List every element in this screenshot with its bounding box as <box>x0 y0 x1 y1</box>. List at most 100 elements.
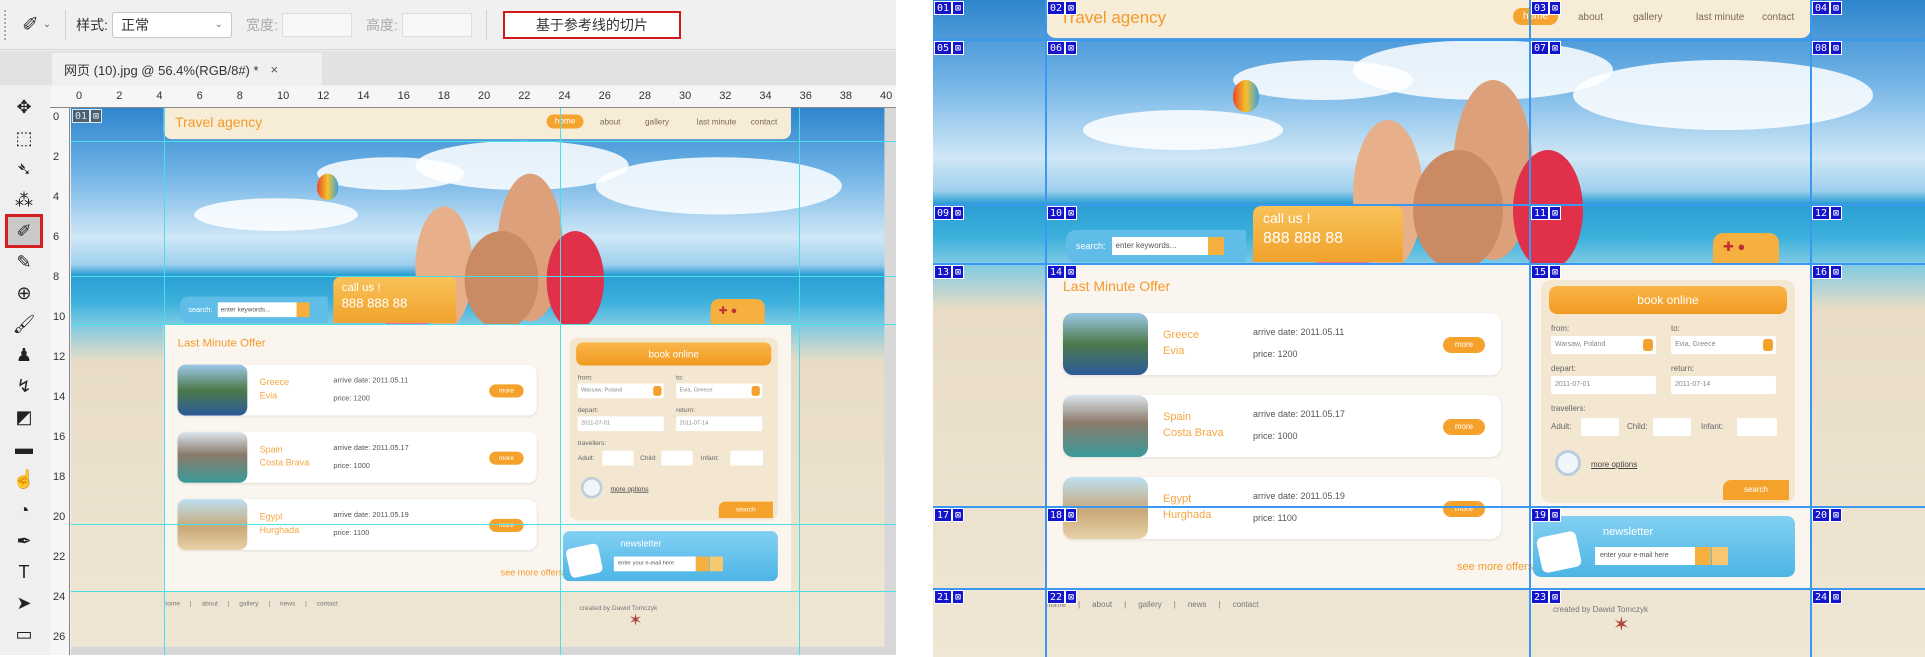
slice-label[interactable]: 04 ⊠ <box>1812 1 1843 15</box>
document-tab[interactable]: 网页 (10).jpg @ 56.4%(RGB/8#) * × <box>52 53 322 85</box>
book-search-button[interactable]: search <box>718 501 773 518</box>
slice-label[interactable]: 23 ⊠ <box>1531 590 1562 604</box>
footer-link-about[interactable]: about <box>201 600 217 607</box>
slice-label[interactable]: 14 ⊠ <box>1047 265 1078 279</box>
slices-from-guides-button[interactable]: 基于参考线的切片 <box>502 10 681 39</box>
slice-label[interactable]: 22 ⊠ <box>1047 590 1078 604</box>
footer-link-contact[interactable]: contact <box>1233 600 1259 609</box>
guide-line[interactable] <box>71 141 896 142</box>
offer-image[interactable] <box>1063 395 1148 457</box>
gradient-tool-icon[interactable]: ▬ <box>8 434 40 462</box>
document-canvas[interactable]: Travel agency home about gallery last mi… <box>71 108 896 655</box>
slice-tool-icon[interactable]: ✐ <box>22 12 39 37</box>
adult-input[interactable] <box>602 450 634 466</box>
slice-label[interactable]: 24 ⊠ <box>1812 590 1843 604</box>
offer-more-button[interactable]: more <box>489 518 524 532</box>
nav-last-minute[interactable]: last minute <box>697 118 737 127</box>
slice-label[interactable]: 13 ⊠ <box>934 265 965 279</box>
nav-contact[interactable]: contact <box>751 118 777 127</box>
guide-line[interactable] <box>71 524 896 525</box>
stamp-tool-icon[interactable]: ♟ <box>8 341 40 369</box>
from-select[interactable]: Warsaw, Poland <box>1551 336 1656 354</box>
book-search-button[interactable]: search <box>1723 480 1789 500</box>
nav-last-minute[interactable]: last minute <box>1696 12 1744 23</box>
footer-link-home[interactable]: home <box>164 600 180 607</box>
offer-destination[interactable]: Greece Evia <box>260 376 290 402</box>
slice-label[interactable]: 21 ⊠ <box>934 590 965 604</box>
nav-home[interactable]: home <box>546 114 584 129</box>
see-more-offers-link[interactable]: see more offers <box>1457 561 1533 573</box>
nav-gallery[interactable]: gallery <box>645 118 669 127</box>
offer-image[interactable] <box>1063 313 1148 375</box>
slice-label[interactable]: 20 ⊠ <box>1812 508 1843 522</box>
footer-link-gallery[interactable]: gallery <box>1138 600 1162 609</box>
options-grip[interactable] <box>4 9 10 40</box>
slice-label[interactable]: 01 ⊠ <box>72 109 103 123</box>
search-button[interactable] <box>296 302 310 318</box>
infant-input[interactable] <box>1737 418 1777 436</box>
offer-more-button[interactable]: more <box>489 451 524 465</box>
slice-label[interactable]: 10 ⊠ <box>1047 206 1078 220</box>
offer-destination[interactable]: Spain Costa Brava <box>260 443 310 469</box>
slice-tool-icon[interactable]: ✐ <box>5 214 43 248</box>
horizontal-ruler[interactable]: 0 2 4 6 8 10 12 14 16 18 20 22 24 26 28 30 32 34 36 38 40 <box>50 86 896 108</box>
eraser-tool-icon[interactable]: ◩ <box>8 403 40 431</box>
offer-image[interactable] <box>177 364 248 416</box>
eyedropper-tool-icon[interactable]: ✎ <box>8 248 40 276</box>
magic-wand-tool-icon[interactable]: ⁂ <box>8 186 40 214</box>
footer-link-gallery[interactable]: gallery <box>239 600 258 607</box>
width-input[interactable] <box>281 12 352 37</box>
healing-tool-icon[interactable]: ⊕ <box>8 279 40 307</box>
newsletter-email-input[interactable]: enter your e-mail here <box>1595 547 1695 565</box>
slice-label[interactable]: 08 ⊠ <box>1812 41 1843 55</box>
see-more-offers-link[interactable]: see more offers <box>501 568 564 578</box>
offer-more-button[interactable]: more <box>1443 501 1485 517</box>
slice-label[interactable]: 05 ⊠ <box>934 41 965 55</box>
style-select[interactable]: 正常 ⌄ <box>112 11 233 38</box>
slice-label[interactable]: 16 ⊠ <box>1812 265 1843 279</box>
footer-link-contact[interactable]: contact <box>317 600 338 607</box>
slice-label[interactable]: 02 ⊠ <box>1047 1 1078 15</box>
slice-label[interactable]: 06 ⊠ <box>1047 41 1078 55</box>
newsletter-unsubscribe-button[interactable] <box>709 556 723 572</box>
guide-line[interactable] <box>71 324 896 325</box>
footer-link-news[interactable]: news <box>1188 600 1207 609</box>
nav-contact[interactable]: contact <box>1762 12 1794 23</box>
guide-line[interactable] <box>71 276 896 277</box>
tool-preset-chevron-icon[interactable]: ⌄ <box>43 19 51 30</box>
move-tool-icon[interactable]: ✥ <box>8 93 40 121</box>
offer-more-button[interactable]: more <box>489 384 524 398</box>
slice-label[interactable]: 11 ⊠ <box>1531 206 1562 220</box>
pen-tool-icon[interactable]: ✒ <box>8 527 40 555</box>
newsletter-email-input[interactable]: enter your e-mail here <box>613 556 696 572</box>
guide-line[interactable] <box>799 108 800 655</box>
guide-line[interactable] <box>71 591 896 592</box>
blur-tool-icon[interactable]: ☝ <box>8 465 40 493</box>
from-select[interactable]: Warsaw, Poland <box>577 383 664 399</box>
depart-input[interactable]: 2011-07-01 <box>577 416 664 432</box>
return-input[interactable]: 2011-07-14 <box>676 416 763 432</box>
lasso-tool-icon[interactable]: ➴ <box>8 155 40 183</box>
child-input[interactable] <box>1653 418 1691 436</box>
newsletter-subscribe-button[interactable] <box>1695 547 1711 565</box>
nav-about[interactable]: about <box>1578 12 1603 23</box>
depart-input[interactable]: 2011-07-01 <box>1551 376 1656 394</box>
search-input[interactable]: enter keywords... <box>1111 237 1208 255</box>
search-input[interactable]: enter keywords... <box>217 302 297 318</box>
infant-input[interactable] <box>730 450 764 466</box>
brush-tool-icon[interactable]: 🖌 <box>8 310 40 338</box>
site-logo[interactable]: Travel agency <box>175 115 262 131</box>
slice-label[interactable]: 17 ⊠ <box>934 508 965 522</box>
vertical-ruler[interactable]: 0 2 4 6 8 10 12 14 16 18 20 22 24 26 <box>50 108 70 655</box>
marquee-tool-icon[interactable]: ⬚ <box>8 124 40 152</box>
dodge-tool-icon[interactable]: ◔ <box>8 496 40 524</box>
slice-label[interactable]: 18 ⊠ <box>1047 508 1078 522</box>
offer-destination[interactable]: Spain Costa Brava <box>1163 409 1224 441</box>
search-button[interactable] <box>1207 237 1224 255</box>
language-flags[interactable]: ✚ ● <box>1713 233 1779 264</box>
type-tool-icon[interactable]: T <box>8 558 40 586</box>
offer-more-button[interactable]: more <box>1443 419 1485 435</box>
slice-label[interactable]: 09 ⊠ <box>934 206 965 220</box>
height-input[interactable] <box>401 12 472 37</box>
return-input[interactable]: 2011-07-14 <box>1671 376 1776 394</box>
